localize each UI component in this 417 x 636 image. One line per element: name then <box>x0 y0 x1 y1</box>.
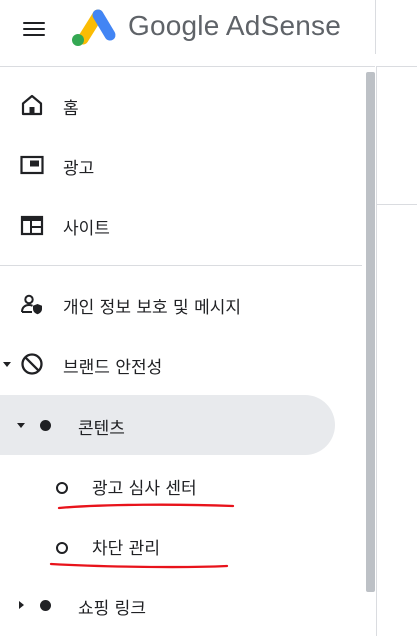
red-annotation-underline <box>57 503 235 510</box>
sidebar-item-privacy-messaging[interactable]: 개인 정보 보호 및 메시지 <box>0 282 362 326</box>
bullet-ring-icon <box>56 482 68 494</box>
expand-caret-icon <box>19 601 24 609</box>
sidebar-item-label: 쇼핑 링크 <box>78 599 146 619</box>
sidebar-item-home[interactable]: 홈 <box>0 83 362 127</box>
header-divider <box>375 0 376 54</box>
home-icon <box>21 94 43 116</box>
collapse-caret-icon <box>3 362 11 367</box>
web-layout-icon <box>20 215 44 236</box>
main-menu-button[interactable] <box>23 20 45 38</box>
sidebar-divider <box>0 265 362 266</box>
bullet-dot-icon <box>40 420 51 431</box>
content-section-border <box>376 204 417 205</box>
sidebar-item-label: 홈 <box>63 99 79 119</box>
adsense-logo-icon <box>72 9 116 46</box>
sidebar-item-ads[interactable]: 광고 <box>0 143 362 187</box>
sidebar-item-label: 개인 정보 보호 및 메시지 <box>63 298 242 318</box>
hamburger-line <box>23 22 45 24</box>
privacy-shield-user-icon <box>21 294 42 315</box>
sidebar-right-border <box>376 66 377 636</box>
bullet-ring-icon <box>56 542 68 554</box>
sidebar-item-label: 브랜드 안전성 <box>63 358 163 378</box>
hamburger-line <box>23 34 45 36</box>
collapse-caret-icon <box>17 423 25 428</box>
sidebar-item-label: 광고 <box>63 159 95 179</box>
sidebar-item-content[interactable]: 콘텐츠 <box>0 403 335 447</box>
sidebar-item-label: 콘텐츠 <box>78 419 125 439</box>
sidebar-scrollbar[interactable] <box>366 72 375 592</box>
app-brand-title: Google AdSense <box>128 10 341 41</box>
block-icon <box>21 353 43 375</box>
ad-unit-icon <box>20 155 44 175</box>
sidebar-item-label: 광고 심사 센터 <box>92 479 197 499</box>
content-top-border <box>376 66 417 67</box>
red-annotation-underline <box>49 562 229 569</box>
sidebar-item-brand-safety[interactable]: 브랜드 안전성 <box>0 342 362 386</box>
sidebar-item-sites[interactable]: 사이트 <box>0 203 362 247</box>
sidebar-item-label: 차단 관리 <box>92 539 160 559</box>
bullet-dot-icon <box>40 600 51 611</box>
hamburger-line <box>23 28 45 30</box>
sidebar-item-label: 사이트 <box>63 219 110 239</box>
sidebar-item-shopping-links[interactable]: 쇼핑 링크 <box>0 583 362 627</box>
